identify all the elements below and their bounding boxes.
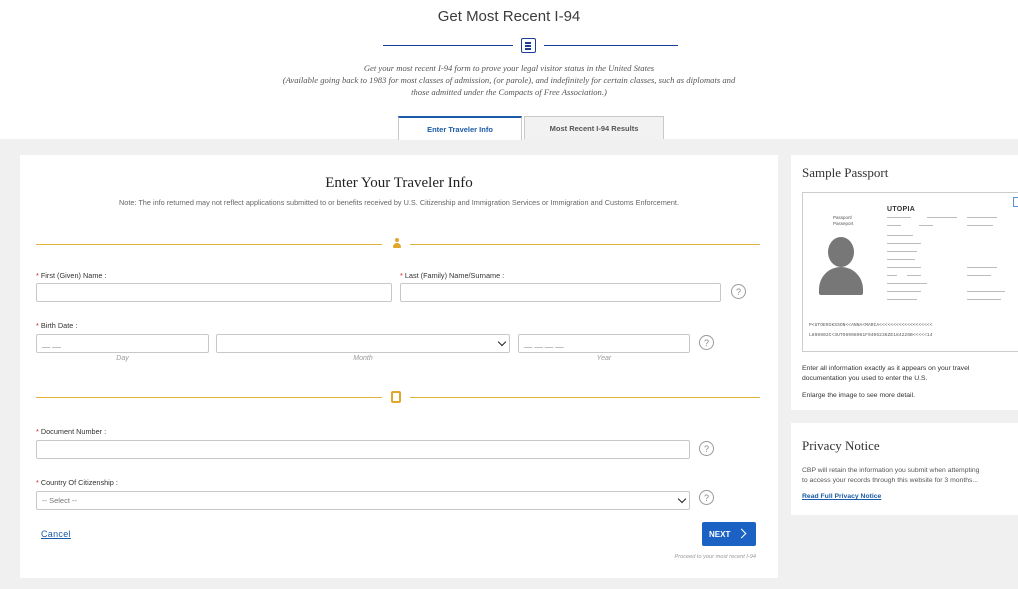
country-select[interactable]: -- Select --: [36, 491, 690, 510]
form-title: Enter Your Traveler Info: [325, 175, 473, 191]
last-name-help-icon[interactable]: ?: [731, 284, 746, 299]
sample-passport-title: Sample Passport: [802, 165, 889, 180]
privacy-notice-text: CBP will retain the information you subm…: [802, 466, 979, 485]
passport-mrz-line-2: L898902C<3UTO6908061F9406236ZE184226B<<<…: [809, 333, 933, 338]
passport-photo: [819, 237, 863, 295]
country-help-icon[interactable]: ?: [699, 490, 714, 505]
passport-mrz-line-1: P<UTOERIKSSON<<ANNA<MARIA<<<<<<<<<<<<<<<…: [809, 323, 933, 328]
enlarge-hint: Enlarge the image to see more detail.: [802, 392, 915, 399]
last-name-field[interactable]: [400, 283, 721, 302]
country-selected-value: -- Select --: [42, 496, 78, 505]
month-sublabel: Month: [353, 355, 373, 362]
privacy-line-2: to access your records through this webs…: [802, 476, 979, 484]
birth-date-label: * Birth Date :: [36, 321, 78, 330]
day-sublabel: Day: [116, 355, 129, 362]
last-name-label: * Last (Family) Name/Surname :: [400, 271, 505, 280]
country-label: * Country Of Citizenship :: [36, 478, 118, 487]
first-name-input[interactable]: [42, 288, 391, 297]
form-note: Note: The info returned may not reflect …: [119, 198, 679, 207]
sample-passport-image[interactable]: Passport/ Passeport UTOPIA P<UTOERIKSSON…: [802, 192, 1018, 352]
section-divider-right: [410, 244, 760, 245]
description-line-2: (Available going back to 1983 for most c…: [282, 75, 736, 85]
document-number-help-icon[interactable]: ?: [699, 441, 714, 456]
page-description: Get your most recent I-94 form to prove …: [0, 62, 1018, 98]
chevron-down-icon: [677, 494, 687, 504]
first-name-label: * First (Given) Name :: [36, 271, 107, 280]
document-icon: [521, 38, 536, 53]
page-title: Get Most Recent I-94: [437, 8, 581, 25]
passport-type-label-2: Passeport: [833, 221, 854, 226]
traveler-info-card: Enter Your Traveler Info Note: The info …: [20, 155, 778, 578]
cancel-button[interactable]: Cancel: [41, 529, 71, 539]
tab-most-recent-results[interactable]: Most Recent I-94 Results: [524, 116, 664, 140]
next-button[interactable]: NEXT: [702, 522, 756, 546]
document-number-input[interactable]: [42, 445, 689, 454]
person-icon: [392, 238, 402, 248]
last-name-input[interactable]: [406, 288, 720, 297]
tab-bar: Enter Traveler Info Most Recent I-94 Res…: [398, 116, 664, 140]
enlarge-icon[interactable]: [1013, 197, 1018, 207]
document-divider-left: [36, 397, 382, 398]
privacy-line-1: CBP will retain the information you subm…: [802, 467, 980, 474]
passport-type-label-1: Passport/: [833, 215, 853, 220]
header-divider-right: [544, 45, 678, 46]
next-button-label: NEXT: [709, 529, 731, 539]
document-number-label: * Document Number :: [36, 427, 107, 436]
document-number-field[interactable]: [36, 440, 690, 459]
header-divider-left: [383, 45, 513, 46]
description-line-3: those admitted under the Compacts of Fre…: [411, 87, 607, 97]
birth-year-field[interactable]: __ __ __ __: [518, 334, 690, 353]
document-divider-right: [410, 397, 760, 398]
first-name-field[interactable]: [36, 283, 392, 302]
instructions-line-2: documentation you used to enter the U.S.: [802, 374, 928, 382]
birth-day-field[interactable]: __ __: [36, 334, 209, 353]
birth-date-help-icon[interactable]: ?: [699, 335, 714, 350]
tab-enter-traveler-info[interactable]: Enter Traveler Info: [398, 116, 522, 140]
proceed-hint: Proceed to your most recent I-94: [674, 554, 756, 560]
description-line-1: Get your most recent I-94 form to prove …: [363, 63, 655, 73]
chevron-right-icon: [736, 528, 747, 539]
passport-icon: [391, 391, 401, 403]
passport-instructions: Enter all information exactly as it appe…: [802, 364, 969, 383]
read-privacy-notice-link[interactable]: Read Full Privacy Notice: [802, 493, 881, 500]
birth-month-select[interactable]: [216, 334, 510, 353]
privacy-notice-title: Privacy Notice: [802, 438, 880, 453]
passport-country: UTOPIA: [887, 206, 916, 213]
chevron-down-icon: [497, 337, 507, 347]
instructions-line-1: Enter all information exactly as it appe…: [802, 365, 970, 372]
section-divider-left: [36, 244, 382, 245]
year-sublabel: Year: [596, 355, 612, 362]
